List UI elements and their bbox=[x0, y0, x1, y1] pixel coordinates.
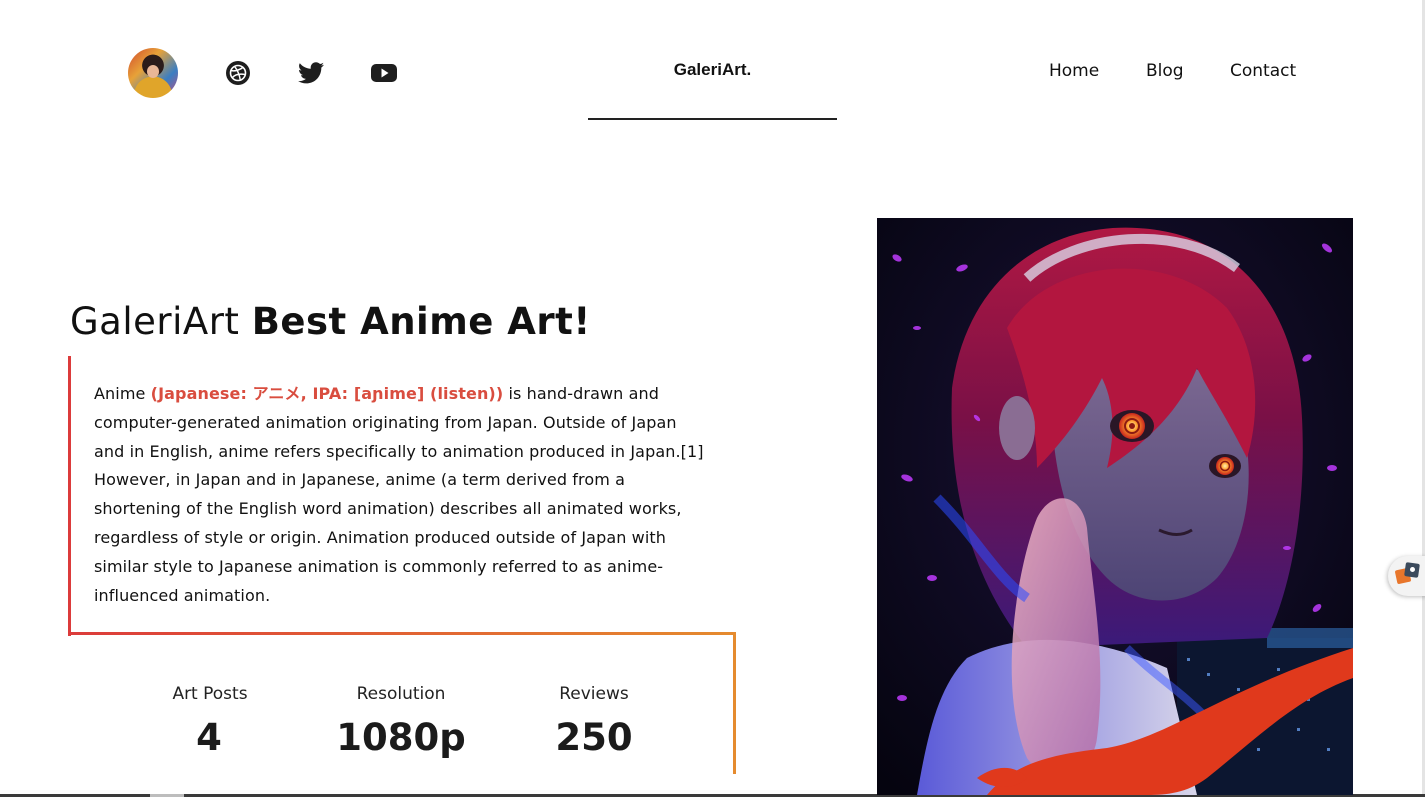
hero-title: GaleriArt Best Anime Art! bbox=[70, 300, 591, 343]
stat-value-reviews: 250 bbox=[555, 716, 633, 759]
stat-value-resolution: 1080p bbox=[336, 716, 466, 759]
translate-widget[interactable] bbox=[1388, 556, 1425, 596]
hero-artwork bbox=[877, 218, 1353, 795]
stat-label-art-posts: Art Posts bbox=[172, 684, 248, 704]
brand-underline bbox=[588, 118, 837, 120]
frame-right-border bbox=[733, 632, 736, 774]
nav-home[interactable]: Home bbox=[1049, 61, 1099, 81]
site-brand[interactable]: GaleriArt. bbox=[588, 60, 837, 80]
hero-description: Anime (Japanese: アニメ, IPA: [aɲime] (list… bbox=[94, 380, 709, 610]
nav-blog[interactable]: Blog bbox=[1146, 61, 1184, 81]
frame-left-border bbox=[68, 356, 71, 636]
dribbble-icon[interactable] bbox=[225, 60, 251, 86]
frame-bottom-border bbox=[68, 632, 736, 635]
hero-title-light: GaleriArt bbox=[70, 300, 240, 343]
stat-value-art-posts: 4 bbox=[196, 716, 222, 759]
nav-contact[interactable]: Contact bbox=[1230, 61, 1296, 81]
avatar[interactable] bbox=[128, 48, 178, 98]
twitter-icon[interactable] bbox=[298, 60, 324, 86]
desc-rest: is hand-drawn and computer-generated ani… bbox=[94, 384, 704, 605]
desc-lead: Anime bbox=[94, 384, 151, 403]
stat-label-resolution: Resolution bbox=[356, 684, 446, 704]
desc-highlight[interactable]: (Japanese: アニメ, IPA: [aɲime] (listen)) bbox=[151, 384, 504, 403]
youtube-icon[interactable] bbox=[371, 60, 397, 86]
stat-label-reviews: Reviews bbox=[559, 684, 629, 704]
hero-title-bold: Best Anime Art! bbox=[251, 300, 591, 343]
